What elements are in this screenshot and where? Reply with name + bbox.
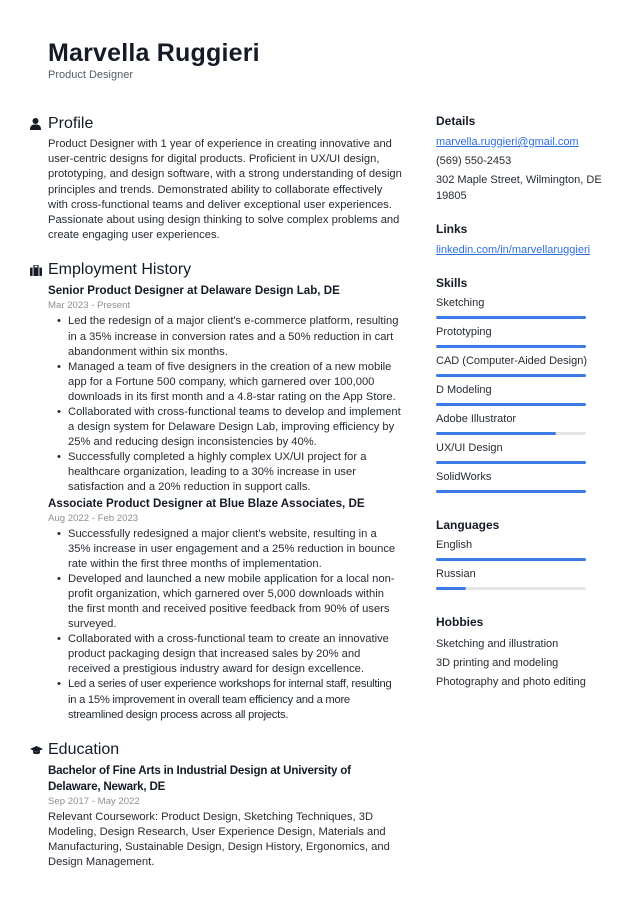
job-title: Associate Product Designer at Blue Blaze… xyxy=(48,496,365,510)
education-title: Education xyxy=(48,740,120,758)
skill-level-bar xyxy=(436,461,586,464)
language-level-bar xyxy=(436,587,586,590)
resume-header: Marvella Ruggieri Product Designer xyxy=(48,38,260,82)
education-heading: Education xyxy=(30,739,402,761)
skill-level-fill xyxy=(436,461,586,464)
job-bullet: Led the redesign of a major client's e-c… xyxy=(57,314,402,359)
skill-level-fill xyxy=(436,432,556,435)
skill-level-bar xyxy=(436,316,586,319)
email-link[interactable]: marvella.ruggieri@gmail.com xyxy=(436,136,579,148)
hobbies-heading: Hobbies xyxy=(436,615,484,629)
skill-label: CAD (Computer-Aided Design) xyxy=(436,355,587,367)
employment-section: Employment History Senior Product Design… xyxy=(30,259,402,722)
skill-level-fill xyxy=(436,403,586,406)
job-bullet: Led a series of user experience workshop… xyxy=(57,677,402,722)
skill-level-bar xyxy=(436,345,586,348)
address: 302 Maple Street, Wilmington, DE 19805 xyxy=(436,174,602,202)
skill-level-bar xyxy=(436,432,586,435)
skill-level-bar xyxy=(436,374,586,377)
skill-label: Sketching xyxy=(436,297,485,309)
job-bullet: Managed a team of five designers in the … xyxy=(57,360,402,405)
skill-item: Prototyping xyxy=(436,325,611,348)
skill-label: SolidWorks xyxy=(436,471,492,483)
phone: (569) 550-2453 xyxy=(436,155,512,167)
skill-level-fill xyxy=(436,490,586,493)
details-block: Details marvella.ruggieri@gmail.com (569… xyxy=(436,113,611,204)
hobby-item: Sketching and illustration xyxy=(436,638,559,650)
candidate-name: Marvella Ruggieri xyxy=(48,39,260,67)
job-bullets: Led the redesign of a major client's e-c… xyxy=(48,314,402,495)
skill-item: Sketching xyxy=(436,296,611,319)
languages-block: Languages English Russian xyxy=(436,517,611,590)
job-bullet: Collaborated with a cross-functional tea… xyxy=(57,632,402,677)
profile-title: Profile xyxy=(48,115,94,132)
skill-label: Adobe Illustrator xyxy=(436,413,517,425)
job-bullet: Collaborated with cross-functional teams… xyxy=(57,405,402,450)
degree-title: Bachelor of Fine Arts in Industrial Desi… xyxy=(48,763,351,793)
language-item: English xyxy=(436,538,611,561)
job-title: Senior Product Designer at Delaware Desi… xyxy=(48,284,340,298)
profile-summary: Product Designer with 1 year of experien… xyxy=(48,138,402,242)
hobby-item: Photography and photo editing xyxy=(436,676,586,688)
candidate-title: Product Designer xyxy=(48,69,133,81)
main-column: Profile Product Designer with 1 year of … xyxy=(30,113,402,883)
job-bullet: Developed and launched a new mobile appl… xyxy=(57,572,402,632)
skill-level-fill xyxy=(436,345,586,348)
job-bullets: Successfully redesigned a major client's… xyxy=(48,527,402,723)
language-level-fill xyxy=(436,558,586,561)
skill-item: CAD (Computer-Aided Design) xyxy=(436,354,611,377)
sidebar: Details marvella.ruggieri@gmail.com (569… xyxy=(436,113,611,709)
details-heading: Details xyxy=(436,114,476,128)
hobbies-block: Hobbies Sketching and illustration 3D pr… xyxy=(436,614,611,692)
skills-heading: Skills xyxy=(436,276,468,290)
skill-level-bar xyxy=(436,490,586,493)
education-dates: Sep 2017 - May 2022 xyxy=(48,795,140,807)
language-item: Russian xyxy=(436,567,611,590)
skill-level-fill xyxy=(436,316,586,319)
skill-label: Prototyping xyxy=(436,326,492,338)
employment-title: Employment History xyxy=(48,261,192,279)
job-bullet: Successfully completed a highly complex … xyxy=(57,450,402,495)
language-label: Russian xyxy=(436,568,476,580)
links-heading: Links xyxy=(436,222,468,236)
skill-item: SolidWorks xyxy=(436,470,611,493)
linkedin-link[interactable]: linkedin.com/in/marvellaruggieri xyxy=(436,244,590,256)
language-label: English xyxy=(436,539,473,551)
employment-heading: Employment History xyxy=(30,259,402,281)
education-description: Relevant Coursework: Product Design, Ske… xyxy=(48,810,390,869)
user-icon xyxy=(30,115,48,133)
skill-label: D Modeling xyxy=(436,384,492,396)
hobby-item: 3D printing and modeling xyxy=(436,657,559,669)
skill-level-fill xyxy=(436,374,586,377)
job-dates: Mar 2023 - Present xyxy=(48,300,131,312)
job-dates: Aug 2022 - Feb 2023 xyxy=(48,512,139,524)
job-entry: Associate Product Designer at Blue Blaze… xyxy=(48,496,402,723)
language-level-bar xyxy=(436,558,586,561)
profile-section: Profile Product Designer with 1 year of … xyxy=(30,113,402,243)
graduation-cap-icon xyxy=(30,741,48,759)
job-entry: Senior Product Designer at Delaware Desi… xyxy=(48,283,402,495)
skill-level-bar xyxy=(436,403,586,406)
skill-label: UX/UI Design xyxy=(436,442,503,454)
job-bullet: Successfully redesigned a major client's… xyxy=(57,527,402,572)
education-section: Education Bachelor of Fine Arts in Indus… xyxy=(30,739,402,871)
languages-heading: Languages xyxy=(436,518,500,532)
skill-item: D Modeling xyxy=(436,383,611,406)
briefcase-icon xyxy=(30,261,48,279)
skill-item: Adobe Illustrator xyxy=(436,412,611,435)
skill-item: UX/UI Design xyxy=(436,441,611,464)
language-level-fill xyxy=(436,587,466,590)
links-block: Links linkedin.com/in/marvellaruggieri xyxy=(436,221,611,258)
profile-heading: Profile xyxy=(30,113,402,135)
skills-block: Skills Sketching Prototyping CAD (Computer… xyxy=(436,275,611,493)
